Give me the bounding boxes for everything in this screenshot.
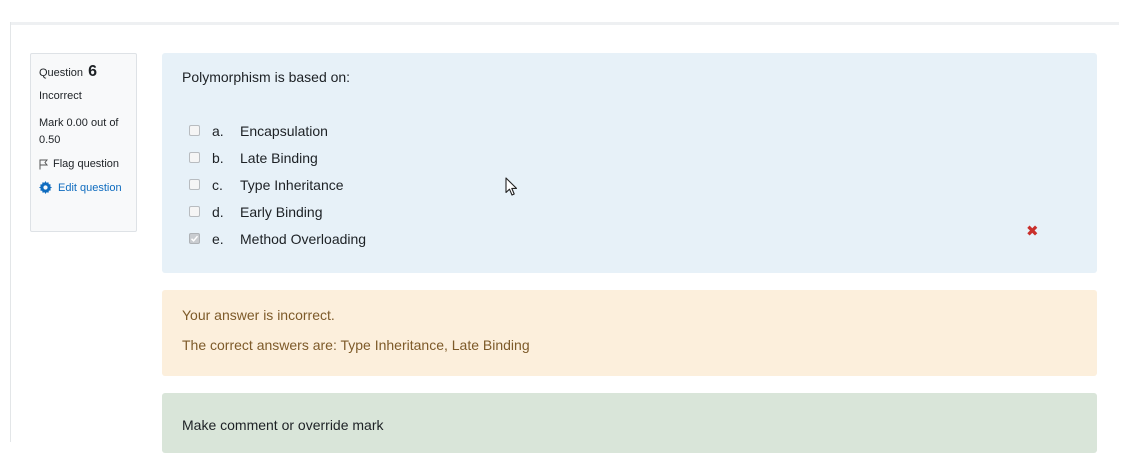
answer-label: Type Inheritance — [240, 176, 344, 193]
make-comment-link[interactable]: Make comment or override mark — [182, 417, 384, 433]
mouse-cursor-icon — [505, 177, 518, 196]
comment-panel: Make comment or override mark — [162, 393, 1097, 453]
answer-checkbox[interactable] — [189, 206, 200, 217]
answer-label: Encapsulation — [240, 122, 328, 139]
left-divider — [10, 22, 11, 442]
feedback-result: Your answer is incorrect. — [182, 307, 335, 323]
top-divider — [10, 22, 1119, 25]
checkmark-icon — [190, 235, 199, 242]
answer-checkbox[interactable] — [189, 125, 200, 136]
answer-option-e[interactable]: e. Method Overloading — [189, 225, 366, 252]
question-state: Incorrect — [39, 90, 82, 102]
question-number-value: 6 — [88, 63, 97, 80]
feedback-correct-answers: The correct answers are: Type Inheritanc… — [182, 337, 530, 353]
answer-feedback: Your answer is incorrect. The correct an… — [162, 290, 1097, 376]
flag-question-label: Flag question — [53, 158, 120, 170]
answer-letter: b. — [212, 149, 224, 166]
edit-question-label: Edit question — [58, 182, 122, 194]
question-formulation: Polymorphism is based on: a. Encapsulati… — [162, 53, 1097, 273]
answer-option-d[interactable]: d. Early Binding — [189, 198, 366, 225]
question-grade: Mark 0.00 out of 0.50 — [39, 117, 119, 146]
answer-letter: c. — [212, 176, 223, 193]
answer-letter: d. — [212, 203, 224, 220]
answer-checkbox-checked[interactable] — [189, 233, 200, 244]
question-number: Question 6 — [39, 63, 128, 82]
answer-label: Method Overloading — [240, 230, 367, 247]
incorrect-icon: ✖ — [1026, 223, 1039, 240]
question-label: Question — [39, 67, 84, 79]
question-text: Polymorphism is based on: — [182, 69, 351, 85]
answer-option-a[interactable]: a. Encapsulation — [189, 117, 366, 144]
gear-icon — [39, 181, 52, 194]
flag-icon — [39, 159, 48, 169]
answer-options: a. Encapsulation b. Late Binding c. Type… — [189, 117, 366, 252]
answer-letter: a. — [212, 122, 224, 139]
answer-label: Early Binding — [240, 203, 323, 220]
answer-checkbox[interactable] — [189, 179, 200, 190]
answer-option-c[interactable]: c. Type Inheritance — [189, 171, 366, 198]
answer-letter: e. — [212, 230, 224, 247]
flag-question-button[interactable]: Flag question — [39, 158, 128, 170]
answer-label: Late Binding — [240, 149, 318, 166]
answer-checkbox[interactable] — [189, 152, 200, 163]
answer-option-b[interactable]: b. Late Binding — [189, 144, 366, 171]
edit-question-link[interactable]: Edit question — [39, 179, 128, 198]
question-info-panel: Question 6 Incorrect Mark 0.00 out of 0.… — [30, 53, 137, 232]
